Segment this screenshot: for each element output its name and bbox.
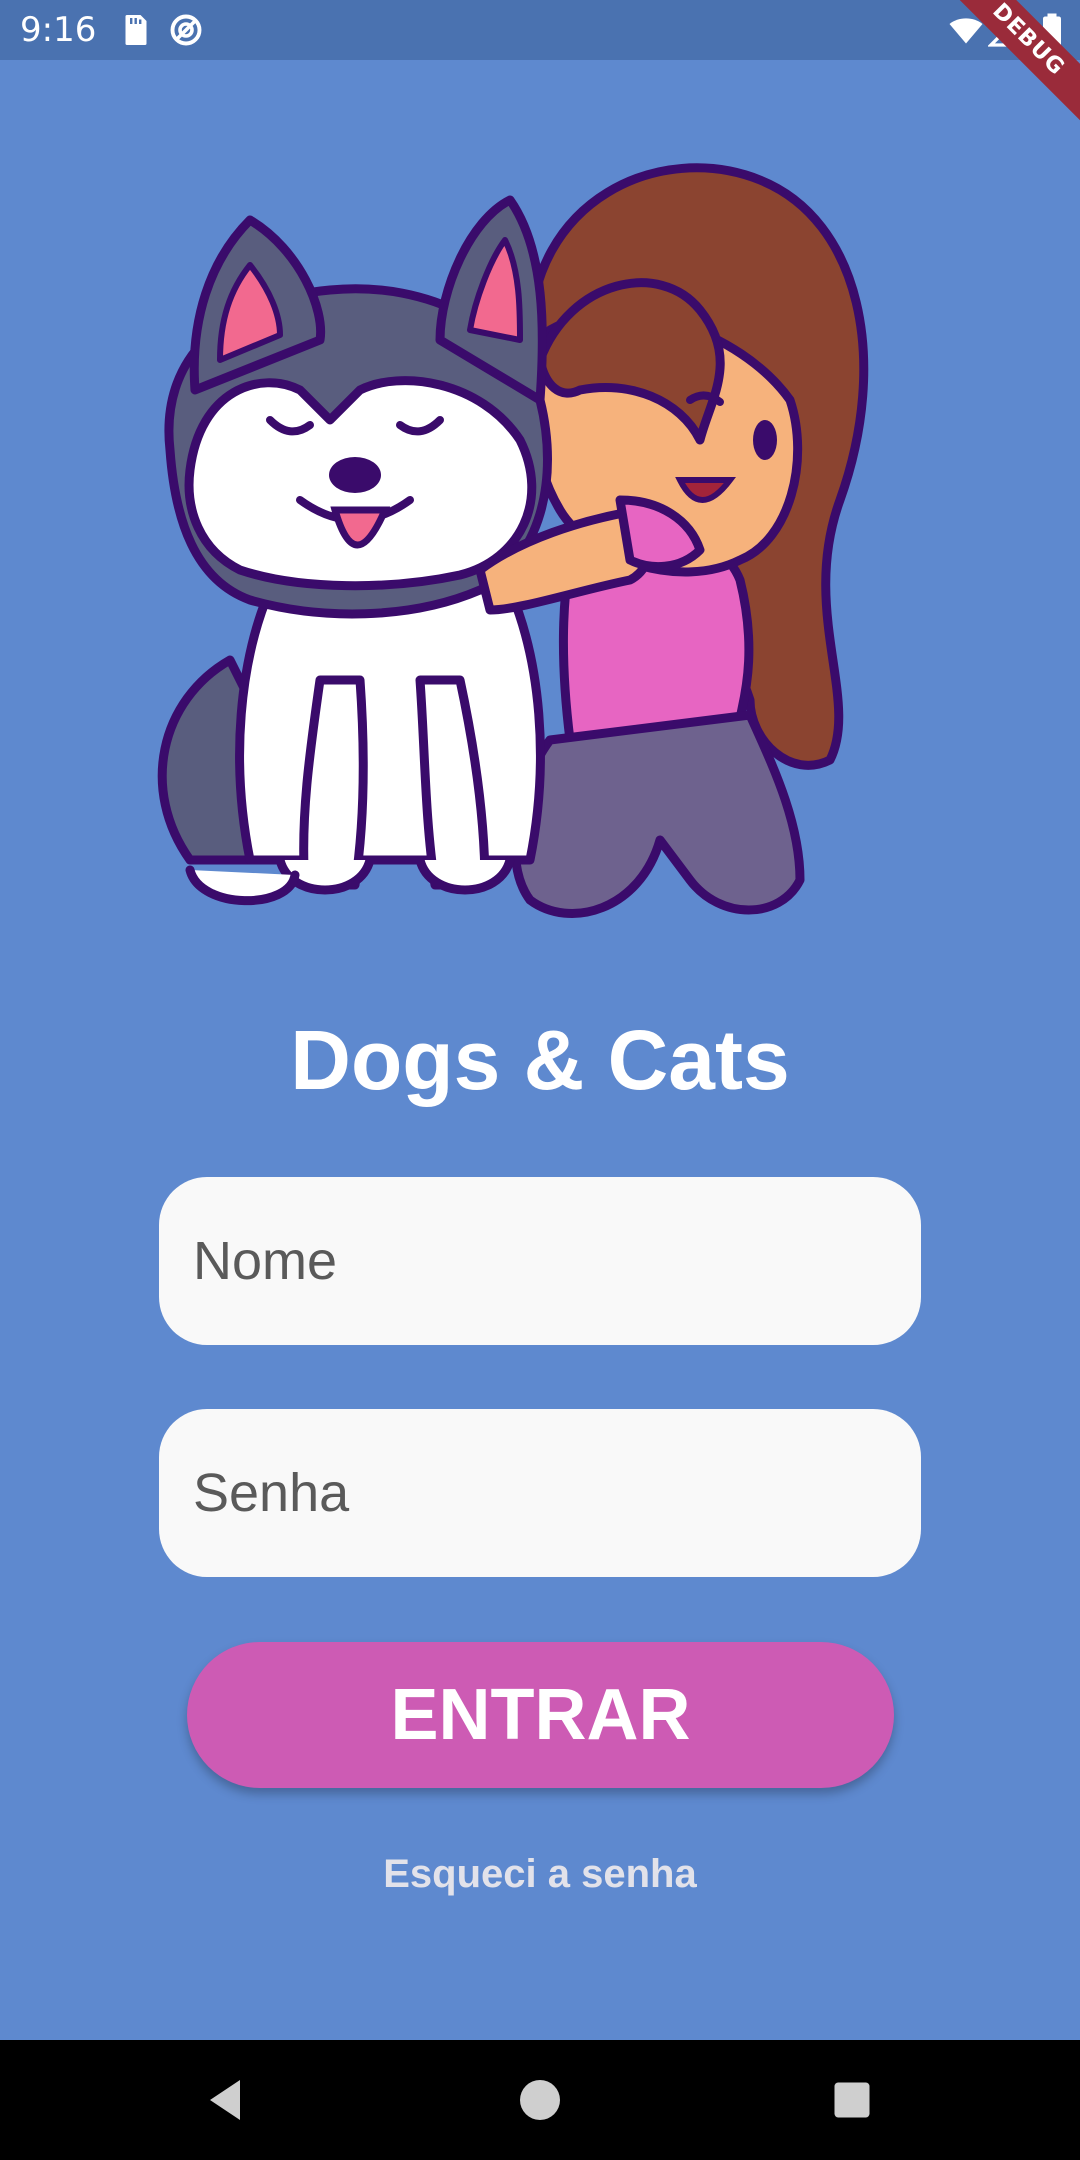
- password-input[interactable]: [191, 1461, 875, 1525]
- enter-button[interactable]: ENTRAR: [187, 1642, 894, 1788]
- status-bar: 9:16: [0, 0, 1080, 60]
- sd-card-icon: [125, 15, 147, 45]
- password-field[interactable]: [159, 1409, 921, 1577]
- recents-icon[interactable]: [822, 2070, 882, 2130]
- navigation-bar: [0, 2040, 1080, 2160]
- login-screen: 9:16 DEBUG Dogs & Cats Nome ENTRAR Esque…: [0, 0, 1080, 2160]
- home-icon[interactable]: [510, 2070, 570, 2130]
- name-input[interactable]: [191, 1229, 875, 1293]
- app-title: Dogs & Cats: [290, 1013, 790, 1107]
- forgot-password-link[interactable]: Esqueci a senha: [0, 1852, 1080, 1897]
- status-time: 9:16: [20, 10, 97, 50]
- name-field[interactable]: [159, 1177, 921, 1345]
- girl-and-dog-illustration: [157, 163, 869, 918]
- back-icon[interactable]: [195, 2070, 255, 2130]
- sync-icon: [170, 14, 202, 46]
